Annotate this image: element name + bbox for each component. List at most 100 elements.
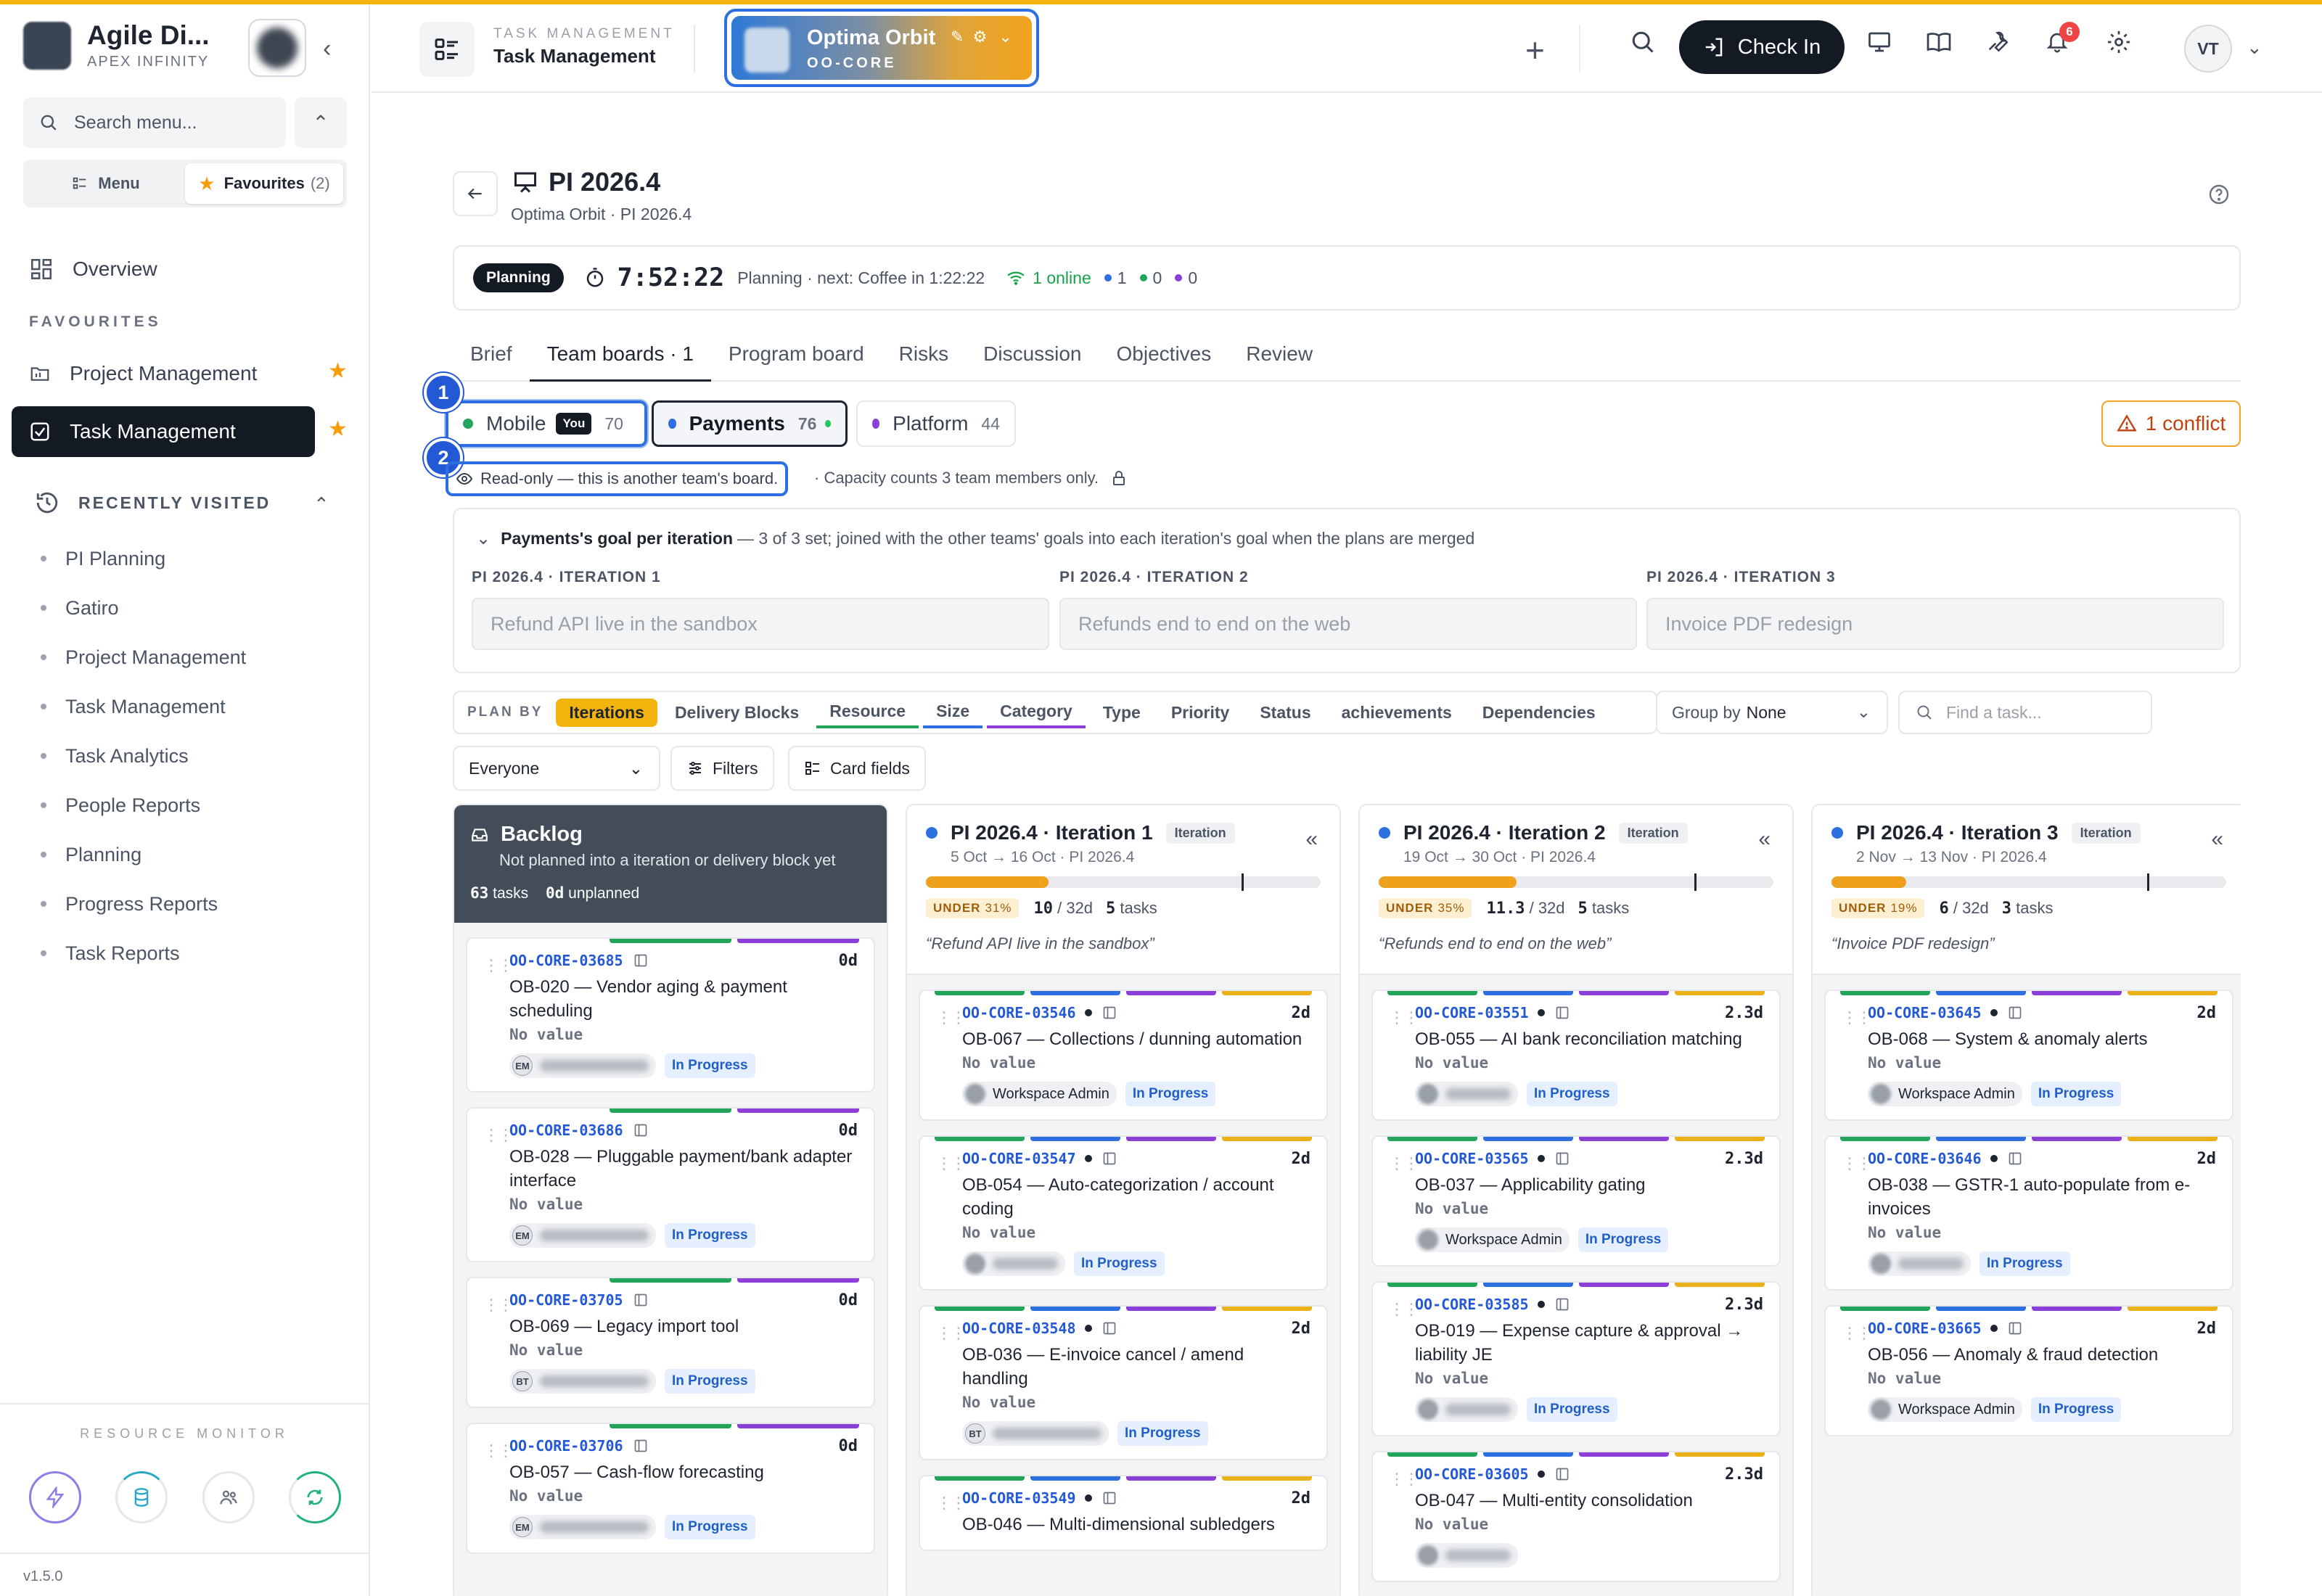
star-icon[interactable]: ★ [328, 416, 348, 442]
status-badge[interactable]: In Progress [2030, 1397, 2122, 1422]
database-icon[interactable] [115, 1471, 168, 1523]
tab-discussion[interactable]: Discussion [966, 334, 1099, 382]
recently-visited-heading[interactable]: RECENTLY VISITED [35, 490, 271, 515]
menu-search-input[interactable]: Search menu... [23, 97, 286, 148]
chevron-down-icon[interactable]: ⌄ [2247, 36, 2262, 59]
plan-by-resource[interactable]: Resource [816, 697, 919, 728]
task-id[interactable]: OO-CORE-03548 [962, 1320, 1076, 1337]
status-badge[interactable]: In Progress [665, 1369, 755, 1394]
plan-by-delivery-blocks[interactable]: Delivery Blocks [662, 699, 812, 727]
recent-item[interactable]: Task Management [41, 682, 246, 731]
assignee-chip[interactable]: BT [509, 1369, 656, 1394]
drag-handle-icon[interactable]: ⋮⋮ [483, 1126, 514, 1145]
panel-icon[interactable] [633, 1439, 648, 1453]
task-id[interactable]: OO-CORE-03705 [509, 1291, 623, 1309]
panel-icon[interactable] [633, 953, 648, 968]
assignee-chip[interactable]: Workspace Admin [962, 1082, 1117, 1106]
workspace-avatar[interactable] [248, 19, 306, 77]
check-in-button[interactable]: Check In [1679, 20, 1845, 74]
card-fields-button[interactable]: Card fields [788, 746, 926, 791]
task-card[interactable]: ⋮⋮ OO-CORE-03685 0d OB-020 — Vendor agin… [466, 937, 875, 1093]
task-card[interactable]: ⋮⋮ OO-CORE-03549 2d OB-046 — Multi-dimen… [919, 1475, 1328, 1551]
task-id[interactable]: OO-CORE-03645 [1868, 1004, 1982, 1021]
tab-risks[interactable]: Risks [882, 334, 966, 382]
drag-handle-icon[interactable]: ⋮⋮ [1389, 1008, 1419, 1027]
task-id[interactable]: OO-CORE-03685 [509, 952, 623, 969]
drag-handle-icon[interactable]: ⋮⋮ [1389, 1154, 1419, 1173]
team-chip-payments[interactable]: Payments 76 [652, 400, 848, 447]
filters-button[interactable]: Filters [670, 746, 774, 791]
task-id[interactable]: OO-CORE-03546 [962, 1004, 1076, 1021]
task-card[interactable]: ⋮⋮ OO-CORE-03665 2d OB-056 — Anomaly & f… [1824, 1305, 2233, 1436]
recent-item[interactable]: People Reports [41, 781, 246, 830]
drag-handle-icon[interactable]: ⋮⋮ [483, 956, 514, 975]
drag-handle-icon[interactable]: ⋮⋮ [1389, 1470, 1419, 1489]
status-badge[interactable]: In Progress [1125, 1082, 1216, 1106]
drag-handle-icon[interactable]: ⋮⋮ [936, 1008, 967, 1027]
recent-item[interactable]: Gatiro [41, 583, 246, 633]
task-id[interactable]: OO-CORE-03646 [1868, 1150, 1982, 1167]
tab-brief[interactable]: Brief [453, 334, 530, 382]
drag-handle-icon[interactable]: ⋮⋮ [936, 1324, 967, 1343]
status-badge[interactable]: In Progress [1074, 1251, 1165, 1276]
team-chip-mobile[interactable]: Mobile You 70 [444, 399, 649, 448]
status-badge[interactable]: In Progress [1527, 1082, 1617, 1106]
wrench-icon[interactable] [1985, 29, 2010, 57]
task-card[interactable]: ⋮⋮ OO-CORE-03585 2.3d OB-019 — Expense c… [1371, 1281, 1781, 1436]
user-avatar[interactable]: VT [2184, 25, 2232, 73]
plan-by-achievements[interactable]: achievements [1329, 699, 1465, 727]
status-badge[interactable]: In Progress [665, 1515, 755, 1539]
assignee-chip[interactable]: EM [509, 1515, 656, 1539]
status-badge[interactable]: In Progress [2030, 1082, 2122, 1106]
conflict-button[interactable]: 1 conflict [2101, 400, 2241, 447]
task-card[interactable]: ⋮⋮ OO-CORE-03547 2d OB-054 — Auto-catego… [919, 1135, 1328, 1291]
task-id[interactable]: OO-CORE-03686 [509, 1122, 623, 1139]
assignee-chip[interactable]: BT [962, 1421, 1109, 1446]
collapse-icon[interactable]: « [1305, 827, 1318, 852]
plan-by-priority[interactable]: Priority [1158, 699, 1243, 727]
cpu-icon[interactable] [29, 1471, 81, 1523]
collapse-sidebar-button[interactable]: ‹ [323, 35, 331, 63]
help-icon[interactable] [2207, 183, 2231, 210]
users-icon[interactable] [202, 1471, 255, 1523]
panel-icon[interactable] [2008, 1321, 2022, 1336]
tab-program-board[interactable]: Program board [711, 334, 882, 382]
collapse-icon[interactable]: « [2211, 827, 2223, 852]
tab-menu[interactable]: Menu [27, 163, 185, 204]
task-card[interactable]: ⋮⋮ OO-CORE-03551 2.3d OB-055 — AI bank r… [1371, 990, 1781, 1121]
brand[interactable]: Agile Di... APEX INFINITY [23, 20, 210, 70]
assignee-chip[interactable] [962, 1251, 1065, 1276]
panel-icon[interactable] [2008, 1151, 2022, 1166]
sidebar-item-task-management[interactable]: Task Management [12, 406, 315, 457]
panel-icon[interactable] [1555, 1297, 1570, 1312]
project-switcher[interactable]: Optima Orbit OO-CORE ✎ ⚙ ⌄ [724, 9, 1039, 87]
drag-handle-icon[interactable]: ⋮⋮ [936, 1494, 967, 1513]
task-card[interactable]: ⋮⋮ OO-CORE-03705 0d OB-069 — Legacy impo… [466, 1277, 875, 1408]
refresh-icon[interactable] [288, 1471, 341, 1523]
monitor-icon[interactable] [1866, 29, 1892, 59]
task-id[interactable]: OO-CORE-03551 [1415, 1004, 1529, 1021]
panel-icon[interactable] [2008, 1005, 2022, 1020]
book-icon[interactable] [1926, 29, 1952, 59]
task-card[interactable]: ⋮⋮ OO-CORE-03645 2d OB-068 — System & an… [1824, 990, 2233, 1121]
goals-header[interactable]: ⌄ Payments's goal per iteration — 3 of 3… [476, 528, 1474, 549]
task-id[interactable]: OO-CORE-03549 [962, 1489, 1076, 1507]
assignee-chip[interactable]: Workspace Admin [1415, 1227, 1570, 1252]
drag-handle-icon[interactable]: ⋮⋮ [936, 1154, 967, 1173]
plan-by-type[interactable]: Type [1090, 699, 1154, 727]
status-badge[interactable]: In Progress [1980, 1251, 2070, 1276]
gear-icon[interactable]: ⚙ [973, 28, 988, 46]
add-button[interactable]: + [1525, 25, 1545, 75]
tab-team-boards[interactable]: Team boards · 1 [529, 334, 711, 382]
task-card[interactable]: ⋮⋮ OO-CORE-03565 2.3d OB-037 — Applicabi… [1371, 1135, 1781, 1267]
assignee-chip[interactable] [1415, 1543, 1518, 1568]
recent-item[interactable]: Task Analytics [41, 731, 246, 781]
panel-icon[interactable] [633, 1293, 648, 1307]
recent-item[interactable]: Progress Reports [41, 879, 246, 929]
status-badge[interactable]: In Progress [1117, 1421, 1208, 1446]
recent-item[interactable]: Task Reports [41, 929, 246, 978]
assignee-chip[interactable]: EM [509, 1223, 656, 1248]
chevron-up-icon[interactable]: ⌃ [295, 97, 347, 148]
task-id[interactable]: OO-CORE-03585 [1415, 1296, 1529, 1313]
task-id[interactable]: OO-CORE-03547 [962, 1150, 1076, 1167]
